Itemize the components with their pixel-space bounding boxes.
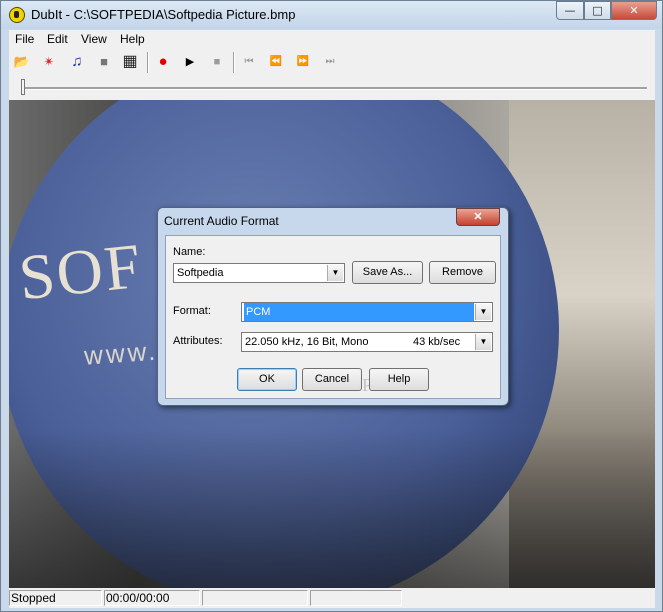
name-combo[interactable]: Softpedia ▼ xyxy=(173,263,345,283)
skip-to-end-icon[interactable]: ⏭ xyxy=(319,52,341,72)
name-label: Name: xyxy=(173,246,206,258)
dialog-close-button[interactable]: ✕ xyxy=(456,208,500,226)
status-state: Stopped xyxy=(9,590,102,606)
toolbar-separator xyxy=(147,52,149,73)
dialog-body: Name: Softpedia ▼ Save As... Remove Form… xyxy=(165,235,501,399)
status-time: 00:00/00:00 xyxy=(104,590,200,606)
save-disk-icon[interactable]: ■ xyxy=(93,52,115,72)
app-window: DubIt - C:\SOFTPEDIA\Softpedia Picture.b… xyxy=(0,0,663,612)
seek-track[interactable] xyxy=(21,87,647,90)
toolbar: 📂 ✴ ♫ ■ ▦ ● ▶ ■ ⏮ ⏪ ⏩ ⏭ xyxy=(9,49,655,75)
remove-button[interactable]: Remove xyxy=(429,261,496,284)
maximize-button[interactable]: □ xyxy=(584,1,611,20)
ok-button[interactable]: OK xyxy=(237,368,297,391)
fast-forward-icon[interactable]: ⏩ xyxy=(292,52,314,72)
title-bar[interactable]: DubIt - C:\SOFTPEDIA\Softpedia Picture.b… xyxy=(1,1,662,29)
dialog-title: Current Audio Format xyxy=(164,214,279,228)
record-icon[interactable]: ● xyxy=(152,52,174,72)
help-button[interactable]: Help xyxy=(369,368,429,391)
menu-edit[interactable]: Edit xyxy=(47,32,68,46)
music-note-icon[interactable]: ♫ xyxy=(66,52,88,72)
app-icon[interactable] xyxy=(9,7,25,23)
audio-format-dialog: Current Audio Format ✕ Name: Softpedia ▼… xyxy=(157,207,509,406)
window-title: DubIt - C:\SOFTPEDIA\Softpedia Picture.b… xyxy=(31,7,296,22)
cancel-button[interactable]: Cancel xyxy=(302,368,362,391)
video-shadow xyxy=(9,430,655,588)
save-as-button[interactable]: Save As... xyxy=(352,261,423,284)
format-label: Format: xyxy=(173,305,211,317)
minimize-button[interactable]: — xyxy=(556,1,584,20)
status-bar: Stopped 00:00/00:00 xyxy=(9,588,655,608)
stop-icon[interactable]: ■ xyxy=(206,52,228,72)
seek-slider[interactable] xyxy=(9,76,655,98)
menu-bar: File Edit View Help xyxy=(9,30,655,49)
attributes-label: Attributes: xyxy=(173,335,223,347)
menu-help[interactable]: Help xyxy=(120,32,145,46)
format-combo[interactable]: PCM ▼ xyxy=(241,302,493,322)
menu-view[interactable]: View xyxy=(81,32,107,46)
film-strip-icon[interactable]: ▦ xyxy=(119,52,141,72)
disc-logo-text: SOF xyxy=(15,229,146,314)
chevron-down-icon[interactable]: ▼ xyxy=(475,304,491,320)
attributes-value: 22.050 kHz, 16 Bit, Mono xyxy=(245,336,369,348)
attributes-rate: 43 kb/sec xyxy=(413,336,461,348)
seek-thumb[interactable] xyxy=(21,79,25,95)
close-button[interactable]: ✕ xyxy=(611,1,657,20)
format-combo-value: PCM xyxy=(244,303,474,321)
toolbar-separator xyxy=(233,52,235,73)
status-pane-3 xyxy=(202,590,308,606)
name-combo-value: Softpedia xyxy=(177,267,224,279)
play-icon[interactable]: ▶ xyxy=(179,52,201,72)
chevron-down-icon[interactable]: ▼ xyxy=(475,334,491,350)
rewind-icon[interactable]: ⏪ xyxy=(265,52,287,72)
menu-file[interactable]: File xyxy=(15,32,34,46)
open-folder-icon[interactable]: 📂 xyxy=(11,52,33,72)
skip-to-start-icon[interactable]: ⏮ xyxy=(238,52,260,72)
status-pane-4 xyxy=(310,590,402,606)
attributes-combo[interactable]: 22.050 kHz, 16 Bit, Mono 43 kb/sec ▼ xyxy=(241,332,493,352)
new-file-icon[interactable]: ✴ xyxy=(38,52,60,72)
chevron-down-icon[interactable]: ▼ xyxy=(327,265,343,281)
